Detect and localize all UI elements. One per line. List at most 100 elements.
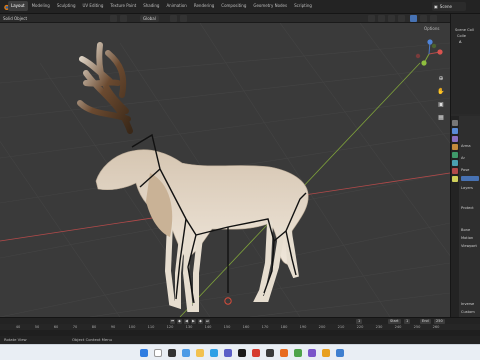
widgets-icon[interactable] — [182, 349, 190, 357]
3d-cursor[interactable] — [224, 297, 232, 305]
outliner-row[interactable]: Scene Coll — [455, 28, 474, 32]
tool-tab-icon[interactable] — [452, 120, 458, 126]
solid-shading-icon[interactable] — [410, 15, 417, 22]
ruler-tick-label: 60 — [53, 325, 59, 329]
prop-label: Arma — [461, 144, 471, 148]
rendered-shading-icon[interactable] — [430, 15, 437, 22]
ruler-tick-label: 80 — [91, 325, 97, 329]
status-hint-left: Rotate View — [4, 337, 27, 342]
properties-editor: Arma Ar Pose Layers Protect Bone Motion … — [451, 116, 480, 317]
orientation-dropdown[interactable]: Global — [140, 15, 159, 22]
workspace-tab[interactable]: Rendering — [191, 1, 217, 11]
workspace-tab[interactable]: UV Editing — [80, 1, 107, 11]
workspace-tab[interactable]: Layout — [8, 1, 28, 11]
ruler-tick-label: 110 — [147, 325, 155, 329]
outliner-row[interactable]: Colle — [457, 34, 466, 38]
ruler-tick-label: 190 — [299, 325, 307, 329]
prop-label[interactable]: Viewport — [461, 244, 477, 248]
media-app-icon[interactable] — [252, 349, 260, 357]
viewport-header: Solid Object Global — [0, 14, 450, 23]
ruler-tick-label: 250 — [413, 325, 421, 329]
terminal-icon[interactable] — [238, 349, 246, 357]
overlay-toggle-icon[interactable] — [388, 15, 395, 22]
scene-icon: ▣ — [434, 4, 438, 9]
ruler-tick-label: 210 — [337, 325, 345, 329]
zoom-icon[interactable]: ⊕ — [436, 73, 446, 83]
ruler-tick-label: 70 — [72, 325, 78, 329]
output-tab-icon[interactable] — [452, 136, 458, 142]
visibility-icon[interactable] — [368, 15, 375, 22]
outliner-row[interactable]: A — [459, 40, 461, 44]
view-menu[interactable]: Solid — [3, 15, 13, 22]
options-dropdown[interactable]: Options — [424, 26, 439, 31]
workspace-tab[interactable]: Modeling — [29, 1, 53, 11]
constraint-tab-icon[interactable] — [452, 176, 458, 182]
os-taskbar — [0, 344, 480, 360]
transform-pivot-icon[interactable] — [110, 15, 117, 22]
perspective-toggle-icon[interactable]: ▦ — [436, 112, 446, 122]
file-explorer-icon[interactable] — [196, 349, 204, 357]
workspace-tabs: Layout Modeling Sculpting UV Editing Texture… — [8, 1, 315, 11]
status-bar: Rotate View Object Context Menu — [0, 336, 480, 344]
pose-position-toggle[interactable] — [461, 176, 479, 181]
workspace-tab[interactable]: Scripting — [291, 1, 315, 11]
search-icon[interactable] — [154, 349, 162, 357]
prop-label[interactable]: Custom — [461, 310, 475, 314]
ruler-tick-label: 90 — [110, 325, 116, 329]
xray-toggle-icon[interactable] — [398, 15, 405, 22]
ruler-tick-label: 100 — [128, 325, 136, 329]
render-tab-icon[interactable] — [452, 128, 458, 134]
timeline[interactable]: 40 50 60 70 80 90 100 110 120 130 140 150 160 170 180 1… — [0, 324, 480, 336]
pan-hand-icon[interactable]: ✋ — [436, 86, 446, 96]
camera-view-icon[interactable]: ▣ — [436, 99, 446, 109]
scene-selector[interactable]: ▣ Scene — [432, 2, 466, 11]
prop-label[interactable]: Inverse — [461, 302, 474, 306]
workspace-tab[interactable]: Compositing — [218, 1, 249, 11]
blender-taskbar-icon[interactable] — [280, 349, 288, 357]
ruler-tick-label: 220 — [356, 325, 364, 329]
start-menu-icon[interactable] — [140, 349, 148, 357]
proportional-falloff-icon[interactable] — [180, 15, 187, 22]
app-icon[interactable] — [322, 349, 330, 357]
ruler-tick-label: 160 — [242, 325, 250, 329]
bone-tab-icon[interactable] — [452, 160, 458, 166]
teams-icon[interactable] — [224, 349, 232, 357]
prop-label[interactable]: Bone — [461, 228, 470, 232]
object-menu[interactable]: Object — [14, 15, 27, 22]
workspace-tab[interactable]: Texture Paint — [107, 1, 139, 11]
app-icon[interactable] — [336, 349, 344, 357]
prop-label[interactable]: Motion — [461, 236, 473, 240]
chrome-icon[interactable] — [294, 349, 302, 357]
armature-data-tab-icon[interactable] — [452, 152, 458, 158]
deer-model[interactable] — [77, 42, 309, 312]
workspace-tab[interactable]: Sculpting — [54, 1, 79, 11]
ruler-tick-label: 180 — [280, 325, 288, 329]
outliner: Scene Coll Colle A — [451, 14, 480, 114]
prop-label[interactable]: Layers — [461, 186, 473, 190]
object-tab-icon[interactable] — [452, 144, 458, 150]
snap-icon[interactable] — [120, 15, 127, 22]
prop-label[interactable]: Protect — [461, 206, 474, 210]
gizmo-toggle-icon[interactable] — [378, 15, 385, 22]
properties-tabs — [451, 116, 459, 317]
ruler-tick-label: 40 — [15, 325, 21, 329]
ruler-tick-label: 240 — [394, 325, 402, 329]
workspace-tab[interactable]: Shading — [140, 1, 162, 11]
ruler-tick-label: 130 — [185, 325, 193, 329]
ruler-tick-label: 150 — [223, 325, 231, 329]
navigation-gizmo[interactable] — [414, 39, 444, 69]
frame-ruler[interactable]: 40 50 60 70 80 90 100 110 120 130 140 150 160 170 180 1… — [0, 324, 480, 330]
task-view-icon[interactable] — [168, 349, 176, 357]
app-icon[interactable] — [266, 349, 274, 357]
viewport-scene — [0, 23, 450, 317]
proportional-edit-icon[interactable] — [170, 15, 177, 22]
3d-viewport[interactable]: Options ⊕ ✋ ▣ ▦ — [0, 23, 450, 317]
ruler-tick-label: 230 — [375, 325, 383, 329]
edge-browser-icon[interactable] — [210, 349, 218, 357]
physics-tab-icon[interactable] — [452, 168, 458, 174]
workspace-tab[interactable]: Animation — [163, 1, 189, 11]
workspace-tab[interactable]: Geometry Nodes — [250, 1, 290, 11]
prop-label[interactable]: Pose — [461, 168, 469, 172]
app-icon[interactable] — [308, 349, 316, 357]
material-shading-icon[interactable] — [420, 15, 427, 22]
